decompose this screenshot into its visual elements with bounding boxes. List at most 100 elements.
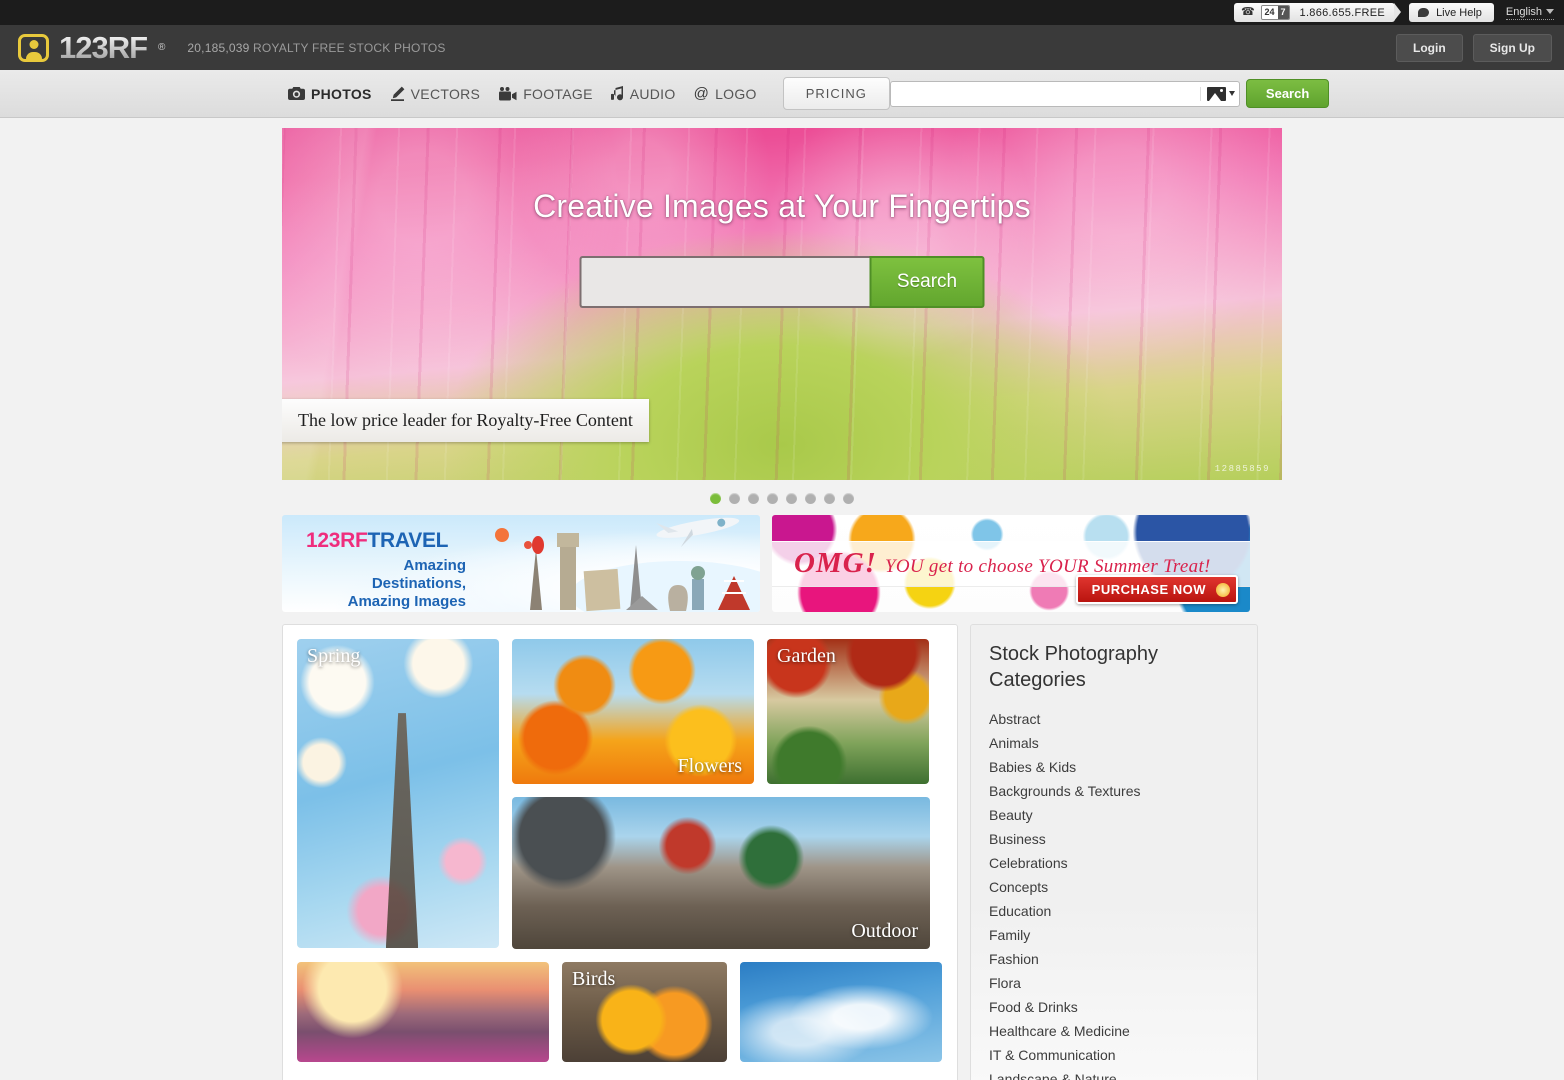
pricing-button[interactable]: PRICING: [782, 77, 890, 110]
promo-banner-omg[interactable]: OMG! YOU get to choose YOUR Summer Treat!…: [772, 515, 1250, 612]
sun-icon: [1216, 582, 1230, 597]
tile-garden[interactable]: Garden: [767, 639, 929, 784]
tile-landscape[interactable]: [297, 962, 549, 1062]
tile-spring[interactable]: Spring: [297, 639, 499, 948]
camera-logo-icon: [18, 33, 49, 62]
logo-text: 123RF: [59, 30, 148, 65]
phone-icon: ☎: [1240, 6, 1255, 18]
category-healthcare-medicine[interactable]: Healthcare & Medicine: [989, 1019, 1239, 1043]
utility-bar: ☎ 24 7 1.866.655.FREE Live Help English: [0, 0, 1564, 25]
travel-landmarks-illustration: [495, 517, 760, 612]
phone-support-pill[interactable]: ☎ 24 7 1.866.655.FREE: [1233, 3, 1402, 22]
support-24-7-badge: 24 7: [1260, 5, 1290, 20]
search-media-type-dropdown[interactable]: [1199, 86, 1235, 101]
carousel-dot-3[interactable]: [748, 493, 759, 504]
nav-label-vectors: VECTORS: [410, 85, 481, 102]
phone-number: 1.866.655.FREE: [1299, 6, 1386, 19]
tile-sky[interactable]: [740, 962, 942, 1062]
login-button[interactable]: Login: [1396, 33, 1463, 62]
category-backgrounds-textures[interactable]: Backgrounds & Textures: [989, 779, 1239, 803]
hero-search-input[interactable]: [579, 256, 870, 308]
nav-item-logo[interactable]: @ LOGO: [694, 85, 757, 102]
category-babies-kids[interactable]: Babies & Kids: [989, 755, 1239, 779]
hero-title: Creative Images at Your Fingertips: [533, 188, 1031, 224]
hero-search-button[interactable]: Search: [869, 256, 985, 308]
logo[interactable]: 123RF ®: [18, 32, 165, 63]
site-header: 123RF ® 20,185,039 ROYALTY FREE STOCK PH…: [0, 25, 1564, 70]
hero-tagline: The low price leader for Royalty-Free Co…: [282, 399, 649, 442]
travel-brand-123rf: 123RF: [306, 529, 368, 552]
purchase-now-button[interactable]: PURCHASE NOW: [1075, 575, 1238, 604]
carousel-dot-7[interactable]: [824, 493, 835, 504]
hero-search: Search: [579, 256, 985, 308]
page-container: Creative Images at Your Fingertips Searc…: [282, 118, 1282, 1080]
tile-flowers[interactable]: Flowers: [512, 639, 754, 784]
chevron-down-icon: [1546, 9, 1554, 14]
category-fashion[interactable]: Fashion: [989, 947, 1239, 971]
category-abstract[interactable]: Abstract: [989, 707, 1239, 731]
header-search-box[interactable]: [889, 80, 1240, 107]
category-education[interactable]: Education: [989, 899, 1239, 923]
signup-button[interactable]: Sign Up: [1472, 33, 1552, 62]
category-concepts[interactable]: Concepts: [989, 875, 1239, 899]
carousel-dot-1[interactable]: [710, 493, 721, 504]
chevron-down-icon: [1228, 91, 1235, 96]
nav-label-logo: LOGO: [715, 85, 757, 102]
header-search-input[interactable]: [898, 86, 1200, 101]
image-count: 20,185,039: [187, 40, 250, 55]
purchase-now-label: PURCHASE NOW: [1091, 582, 1206, 597]
carousel-pagination: [282, 480, 1282, 515]
image-thumbnail-icon: [1206, 86, 1226, 101]
carousel-dot-2[interactable]: [729, 493, 740, 504]
header-search-button[interactable]: Search: [1245, 79, 1330, 108]
nav-item-photos[interactable]: PHOTOS: [288, 86, 372, 102]
pen-icon: [390, 86, 405, 101]
videocam-icon: [498, 86, 517, 101]
auth-buttons: Login Sign Up: [1396, 33, 1552, 62]
language-label: English: [1505, 5, 1542, 18]
content-row: Spring Flowers Garden Outdoor Birds Stoc…: [282, 624, 1282, 1080]
omg-subheadline: YOU get to choose YOUR Summer Treat!: [884, 556, 1211, 577]
image-count-tagline: 20,185,039 ROYALTY FREE STOCK PHOTOS: [187, 41, 445, 55]
carousel-dot-4[interactable]: [767, 493, 778, 504]
category-food-drinks[interactable]: Food & Drinks: [989, 995, 1239, 1019]
category-business[interactable]: Business: [989, 827, 1239, 851]
nav-item-footage[interactable]: FOOTAGE: [498, 86, 593, 102]
chat-bubble-icon: [1418, 8, 1430, 17]
category-it-communication[interactable]: IT & Communication: [989, 1043, 1239, 1067]
nav-item-audio[interactable]: AUDIO: [610, 86, 676, 102]
carousel-dot-5[interactable]: [786, 493, 797, 504]
carousel-dot-6[interactable]: [805, 493, 816, 504]
camera-icon: [288, 87, 305, 100]
nav-item-vectors[interactable]: VECTORS: [390, 86, 481, 102]
category-animals[interactable]: Animals: [989, 731, 1239, 755]
main-navigation: PHOTOS VECTORS FOOTAGE AUDIO @ LOGO PRIC…: [0, 70, 1564, 118]
registered-mark: ®: [158, 42, 166, 53]
count-caption: ROYALTY FREE STOCK PHOTOS: [253, 40, 446, 55]
tile-label-outdoor: Outdoor: [851, 920, 918, 942]
category-celebrations[interactable]: Celebrations: [989, 851, 1239, 875]
language-selector[interactable]: English: [1505, 5, 1554, 20]
omg-headline: OMG!: [794, 547, 877, 579]
categories-title: Stock Photography Categories: [989, 643, 1158, 691]
tile-label-flowers: Flowers: [677, 755, 742, 777]
badge-7: 7: [1277, 6, 1289, 19]
music-note-icon: [610, 86, 624, 101]
tile-birds[interactable]: Birds: [562, 962, 727, 1062]
live-help-button[interactable]: Live Help: [1409, 3, 1494, 22]
categories-list: Abstract Animals Babies & Kids Backgroun…: [989, 707, 1239, 1080]
tile-label-garden: Garden: [777, 645, 836, 667]
tile-outdoor[interactable]: Outdoor: [512, 797, 930, 949]
category-beauty[interactable]: Beauty: [989, 803, 1239, 827]
at-sign-icon: @: [693, 85, 710, 102]
header-search: Search: [889, 79, 1330, 108]
promo-banner-travel[interactable]: 123RFTRAVEL Amazing Destinations, Amazin…: [282, 515, 760, 612]
category-landscape-nature[interactable]: Landscape & Nature: [989, 1067, 1239, 1080]
category-tiles-panel: Spring Flowers Garden Outdoor Birds: [282, 624, 958, 1080]
image-id-watermark: 12885859: [1214, 464, 1270, 474]
category-flora[interactable]: Flora: [989, 971, 1239, 995]
carousel-dot-8[interactable]: [843, 493, 854, 504]
nav-label-photos: PHOTOS: [311, 85, 372, 102]
category-family[interactable]: Family: [989, 923, 1239, 947]
hero-banner[interactable]: Creative Images at Your Fingertips Searc…: [282, 128, 1282, 480]
